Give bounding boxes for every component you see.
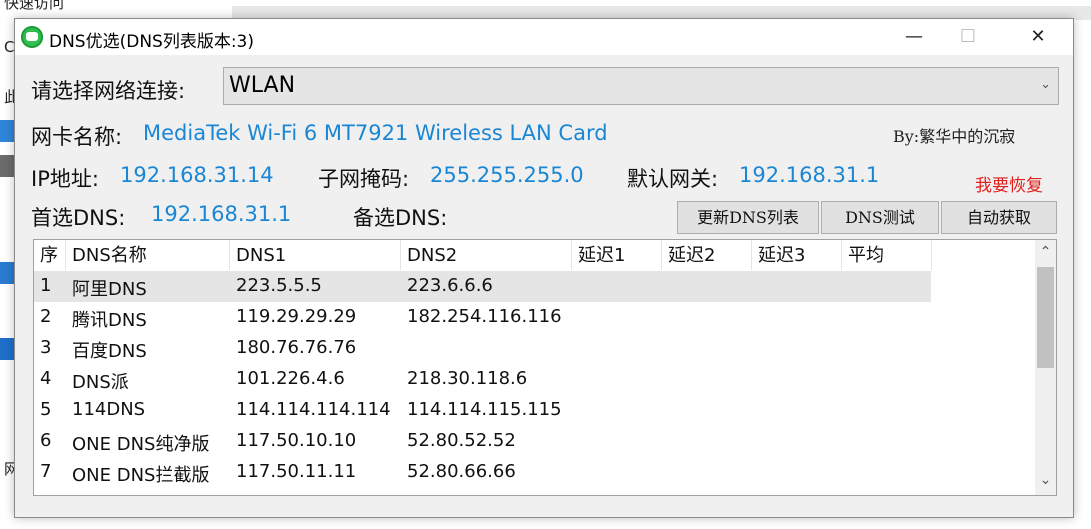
- column-header-dns-name[interactable]: DNS名称: [66, 240, 230, 270]
- maximize-button[interactable]: ☐: [945, 19, 991, 55]
- row-index[interactable]: 7: [34, 461, 51, 482]
- column-header-latency2[interactable]: 延迟2: [662, 240, 752, 270]
- column-header-average[interactable]: 平均: [842, 240, 932, 270]
- row-dns-name[interactable]: 百度DNS: [66, 337, 147, 363]
- row-dns1[interactable]: 117.50.11.11: [230, 461, 356, 482]
- restore-link[interactable]: 我要恢复: [975, 171, 1043, 196]
- update-dns-list-button[interactable]: 更新DNS列表: [677, 201, 819, 234]
- mask-value: 255.255.255.0: [430, 163, 584, 187]
- row-dns1[interactable]: 101.226.4.6: [230, 368, 345, 389]
- auto-obtain-button[interactable]: 自动获取: [941, 201, 1057, 234]
- window-title: DNS优选(DNS列表版本:3): [49, 32, 255, 52]
- primary-dns-input[interactable]: 192.168.31.1: [151, 202, 291, 226]
- bg-download-icon: [0, 262, 14, 284]
- row-dns2[interactable]: 223.6.6.6: [401, 275, 493, 296]
- row-dns2[interactable]: 114.114.115.115: [401, 399, 562, 420]
- row-dns-name[interactable]: 114DNS: [66, 399, 145, 420]
- row-dns1[interactable]: 223.5.5.5: [230, 275, 322, 296]
- row-dns2[interactable]: 218.30.118.6: [401, 368, 527, 389]
- row-index[interactable]: 4: [34, 368, 51, 389]
- secondary-dns-label: 备选DNS:: [353, 206, 448, 230]
- adapter-label: 网卡名称:: [31, 125, 123, 149]
- row-dns2[interactable]: 52.80.66.66: [401, 461, 516, 482]
- row-dns-name[interactable]: 腾讯DNS: [66, 306, 147, 332]
- scroll-down-icon[interactable]: ⌄: [1035, 472, 1056, 488]
- column-header-dns1[interactable]: DNS1: [230, 240, 401, 270]
- row-index[interactable]: 6: [34, 430, 51, 451]
- adapter-value: MediaTek Wi-Fi 6 MT7921 Wireless LAN Car…: [143, 121, 608, 145]
- row-index[interactable]: 2: [34, 306, 51, 327]
- dns-test-button[interactable]: DNS测试: [821, 201, 939, 234]
- ip-value: 192.168.31.14: [120, 163, 274, 187]
- row-dns-name[interactable]: ONE DNS纯净版: [66, 430, 209, 456]
- ip-label: IP地址:: [31, 167, 99, 191]
- connection-select[interactable]: WLAN ⌄: [223, 67, 1059, 105]
- primary-dns-label: 首选DNS:: [31, 206, 126, 230]
- column-header-latency1[interactable]: 延迟1: [572, 240, 662, 270]
- row-dns-name[interactable]: ONE DNS拦截版: [66, 461, 209, 487]
- row-index[interactable]: 5: [34, 399, 51, 420]
- mask-label: 子网掩码:: [318, 167, 410, 191]
- vertical-scrollbar[interactable]: ⌃ ⌄: [1035, 240, 1056, 495]
- minimize-button[interactable]: —: [891, 19, 937, 55]
- bg-folder-icon: [0, 120, 14, 142]
- author-text: By:繁华中的沉寂: [893, 127, 1016, 146]
- row-dns2[interactable]: 52.80.52.52: [401, 430, 516, 451]
- row-dns1[interactable]: 114.114.114.114: [230, 399, 391, 420]
- gateway-label: 默认网关:: [627, 167, 719, 191]
- bg-desktop-icon: [0, 338, 14, 360]
- row-dns1[interactable]: 117.50.10.10: [230, 430, 356, 451]
- chevron-down-icon: ⌄: [1040, 77, 1051, 92]
- row-dns-name[interactable]: 阿里DNS: [66, 275, 147, 301]
- scrollbar-thumb[interactable]: [1037, 267, 1054, 368]
- row-index[interactable]: 3: [34, 337, 51, 358]
- column-header-index[interactable]: 序: [34, 240, 66, 270]
- gateway-value: 192.168.31.1: [739, 163, 880, 187]
- row-dns2[interactable]: 182.254.116.116: [401, 306, 562, 327]
- bg-quick-access: 快速访问: [4, 0, 65, 12]
- row-dns-name[interactable]: DNS派: [66, 368, 129, 394]
- column-header-latency3[interactable]: 延迟3: [752, 240, 842, 270]
- dns-optimizer-window: DNS优选(DNS列表版本:3) — ☐ ✕ 请选择网络连接: WLAN ⌄ 网…: [14, 18, 1074, 518]
- bg-film-icon: [0, 155, 14, 177]
- connection-label: 请选择网络连接:: [31, 79, 186, 103]
- title-bar: DNS优选(DNS列表版本:3) — ☐ ✕: [15, 19, 1073, 55]
- row-index[interactable]: 1: [34, 275, 51, 296]
- close-button[interactable]: ✕: [1015, 19, 1061, 55]
- bg-fragment-c: C: [4, 38, 15, 56]
- row-dns1[interactable]: 119.29.29.29: [230, 306, 356, 327]
- dns-app-icon: [21, 26, 43, 48]
- connection-selected-value: WLAN: [229, 73, 296, 98]
- row-dns1[interactable]: 180.76.76.76: [230, 337, 356, 358]
- dns-list-table[interactable]: 序 DNS名称 DNS1 DNS2 延迟1 延迟2 延迟3 平均 1 阿里DNS 2…: [33, 239, 1057, 496]
- scroll-up-icon[interactable]: ⌃: [1035, 244, 1056, 260]
- column-header-dns2[interactable]: DNS2: [401, 240, 572, 270]
